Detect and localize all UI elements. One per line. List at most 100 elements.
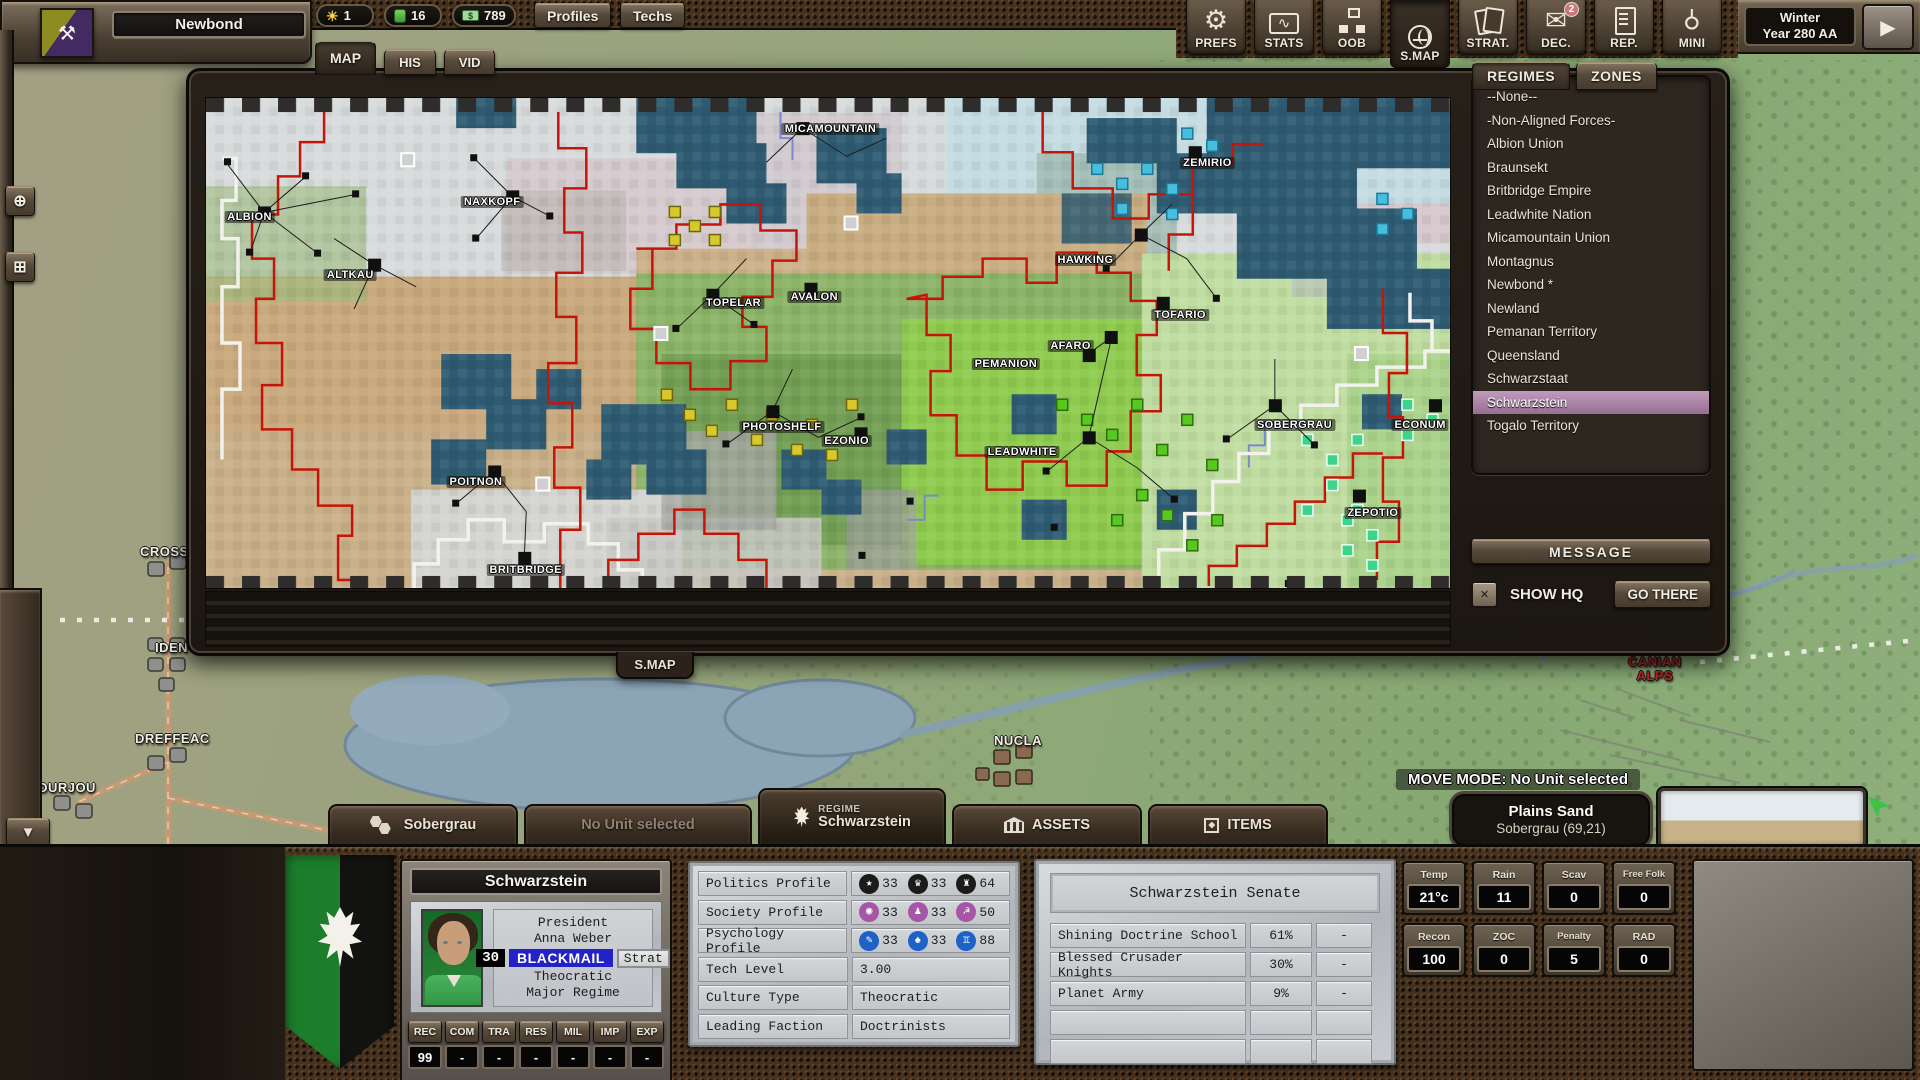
profile-label: Tech Level bbox=[698, 956, 848, 982]
bottom-tab-items[interactable]: ITEMS bbox=[1148, 804, 1328, 844]
nav-s-map[interactable]: S.MAP bbox=[1390, 0, 1450, 68]
hex-stat-label: Recon bbox=[1417, 931, 1451, 943]
tab-label: ASSETS bbox=[1031, 817, 1090, 833]
map-tab-map[interactable]: MAP bbox=[315, 41, 377, 75]
map-label-pemanion[interactable]: PEMANION bbox=[971, 357, 1041, 370]
people-icon: ♊ bbox=[956, 930, 977, 951]
regime-item-montagnus[interactable]: Montagnus bbox=[1473, 250, 1709, 274]
nav-label: DEC. bbox=[1541, 36, 1571, 50]
tab-regimes[interactable]: REGIMES bbox=[1472, 62, 1571, 90]
strat-button[interactable]: Strat bbox=[616, 948, 670, 968]
nav-rep[interactable]: REP. bbox=[1594, 0, 1654, 55]
badge-value: 33 bbox=[882, 876, 898, 891]
leader-stat-label[interactable]: IMP bbox=[593, 1021, 627, 1043]
regime-item-pemanan-territory[interactable]: Pemanan Territory bbox=[1473, 320, 1709, 344]
regime-item-albion-union[interactable]: Albion Union bbox=[1473, 132, 1709, 156]
regime-item-queensland[interactable]: Queensland bbox=[1473, 344, 1709, 368]
techs-button[interactable]: Techs bbox=[620, 3, 686, 28]
world-label-nucla: NUCLA bbox=[994, 733, 1042, 748]
nav-prefs[interactable]: PREFS bbox=[1186, 0, 1246, 55]
regime-type-line1: Theocratic bbox=[533, 968, 612, 984]
profile-value: ◉ 33 ♟ 33 ☭ 50 bbox=[851, 899, 1010, 925]
end-turn-button[interactable]: ▶ bbox=[1862, 4, 1914, 50]
leader-stat-label[interactable]: MIL bbox=[556, 1021, 590, 1043]
hammer-sickle-icon: ☭ bbox=[956, 902, 977, 922]
leader-stat-label[interactable]: COM bbox=[445, 1021, 479, 1043]
regime-item-braunsekt[interactable]: Braunsekt bbox=[1473, 156, 1709, 180]
badge-value: 33 bbox=[882, 904, 898, 920]
bottom-tab-sobergrau[interactable]: Sobergrau bbox=[328, 804, 518, 844]
regime-item-newland[interactable]: Newland bbox=[1473, 297, 1709, 321]
badge-value: 33 bbox=[930, 933, 947, 948]
map-label-britbridge[interactable]: BRITBRIDGE bbox=[486, 563, 565, 576]
map-label-zepotio[interactable]: ZEPOTIO bbox=[1344, 507, 1402, 520]
regime-item-britbridge-empire[interactable]: Britbridge Empire bbox=[1473, 179, 1709, 203]
regime-item-micamountain-union[interactable]: Micamountain Union bbox=[1473, 226, 1709, 250]
date-plate: Winter Year 280 AA bbox=[1744, 6, 1856, 46]
map-label-altkau[interactable]: ALTKAU bbox=[323, 268, 377, 281]
map-tab-his[interactable]: HIS bbox=[384, 49, 436, 75]
regime-item-leadwhite-nation[interactable]: Leadwhite Nation bbox=[1473, 203, 1709, 227]
rail-button-bottom[interactable]: ⊞ bbox=[5, 252, 35, 282]
map-label-avalon[interactable]: AVALON bbox=[787, 290, 841, 303]
hex-stat-free-folk: Free Folk 0 bbox=[1612, 861, 1676, 915]
map-label-leadwhite[interactable]: LEADWHITE bbox=[984, 445, 1060, 458]
map-label-topelar[interactable]: TOPELAR bbox=[702, 296, 765, 309]
map-view-tabs: MAP HIS VID bbox=[315, 41, 496, 75]
profile-value: ★ 33 ♛ 33 ♜ 64 bbox=[851, 871, 1010, 896]
rail-button-top[interactable]: ⊕ bbox=[5, 186, 35, 216]
regime-item-togalo-territory[interactable]: Togalo Territory bbox=[1473, 414, 1709, 438]
regime-item-schwarzstein[interactable]: Schwarzstein bbox=[1473, 390, 1709, 414]
nav-label: STATS bbox=[1264, 36, 1304, 50]
regime-item-schwarzstaat[interactable]: Schwarzstaat bbox=[1473, 367, 1709, 391]
faction-name bbox=[1050, 1039, 1246, 1064]
leader-stat-value: - bbox=[556, 1045, 590, 1069]
map-label-poitnon[interactable]: POITNON bbox=[446, 476, 506, 489]
map-label-ezonio[interactable]: EZONIO bbox=[821, 435, 872, 447]
map-label-sobergrau[interactable]: SOBERGRAU bbox=[1253, 418, 1336, 431]
nav-strat[interactable]: STRAT. bbox=[1458, 0, 1518, 55]
bottom-tab-schwarzstein[interactable]: REGIME Schwarzstein bbox=[758, 788, 946, 844]
map-label-zemirio[interactable]: ZEMIRIO bbox=[1180, 156, 1235, 169]
bottom-tab-no-unit-selected[interactable]: No Unit selected bbox=[524, 804, 752, 844]
hex-stat-zoc: ZOC 0 bbox=[1472, 923, 1536, 977]
map-tab-vid[interactable]: VID bbox=[443, 49, 496, 75]
show-hq-checkbox[interactable]: × bbox=[1471, 580, 1498, 608]
faction-name: Shining Doctrine School bbox=[1050, 923, 1246, 948]
map-label-econum[interactable]: ECONUM bbox=[1391, 418, 1449, 431]
map-label-afaro[interactable]: AFARO bbox=[1047, 339, 1094, 352]
nav-dec[interactable]: 2 DEC. bbox=[1526, 0, 1586, 55]
map-label-hawking[interactable]: HAWKING bbox=[1054, 253, 1117, 266]
faction-extra: - bbox=[1316, 952, 1372, 977]
hex-stat-value: 100 bbox=[1407, 946, 1461, 972]
bottom-tab-assets[interactable]: ASSETS bbox=[952, 804, 1142, 844]
leader-body: President Anna Weber 30 BLACKMAIL Strat … bbox=[410, 901, 670, 1013]
go-there-button[interactable]: GO THERE bbox=[1614, 580, 1711, 608]
tab-zones[interactable]: ZONES bbox=[1576, 62, 1657, 90]
scribe-icon: ♟ bbox=[907, 902, 928, 922]
leader-stat-label[interactable]: EXP bbox=[630, 1021, 664, 1043]
strategic-map[interactable]: ALBION ALTKAU NAXKOPF MICAMOUNTAIN ZEMIRIO TO… bbox=[205, 97, 1451, 589]
player-regime-plate: Newbond bbox=[112, 11, 306, 38]
map-label-albion[interactable]: ALBION bbox=[224, 211, 275, 224]
map-label-naxkopf[interactable]: NAXKOPF bbox=[460, 195, 524, 208]
regime-item-newbond[interactable]: Newbond * bbox=[1473, 273, 1709, 297]
nav-mini[interactable]: MINI bbox=[1662, 0, 1722, 55]
leader-role: President bbox=[537, 915, 609, 930]
map-label-photoshelf[interactable]: PHOTOSHELF bbox=[739, 420, 825, 433]
map-label-micamountain[interactable]: MICAMOUNTAIN bbox=[781, 122, 880, 135]
nav-oob[interactable]: OOB bbox=[1322, 0, 1382, 55]
minimize-panel-button[interactable]: ▼ bbox=[6, 818, 50, 846]
hex-stat-value: 0 bbox=[1547, 884, 1601, 910]
profile-row-society-profile: Society Profile ◉ 33 ♟ 33 ☭ 50 bbox=[698, 899, 1010, 925]
map-label-tofario[interactable]: TOFARIO bbox=[1151, 308, 1209, 321]
location-plate: Plains Sand Sobergrau (69,21) bbox=[1452, 794, 1650, 846]
leader-stat-label[interactable]: RES bbox=[519, 1021, 553, 1043]
smap-window-tab[interactable]: S.MAP bbox=[616, 652, 694, 679]
nav-stats[interactable]: STATS bbox=[1254, 0, 1314, 55]
leader-stat-label[interactable]: TRA bbox=[482, 1021, 516, 1043]
message-button[interactable]: MESSAGE bbox=[1471, 539, 1711, 564]
leader-stat-label[interactable]: REC bbox=[408, 1021, 442, 1043]
regime-item-non-aligned-forces[interactable]: -Non-Aligned Forces- bbox=[1473, 109, 1709, 133]
profiles-button[interactable]: Profiles bbox=[534, 3, 612, 28]
